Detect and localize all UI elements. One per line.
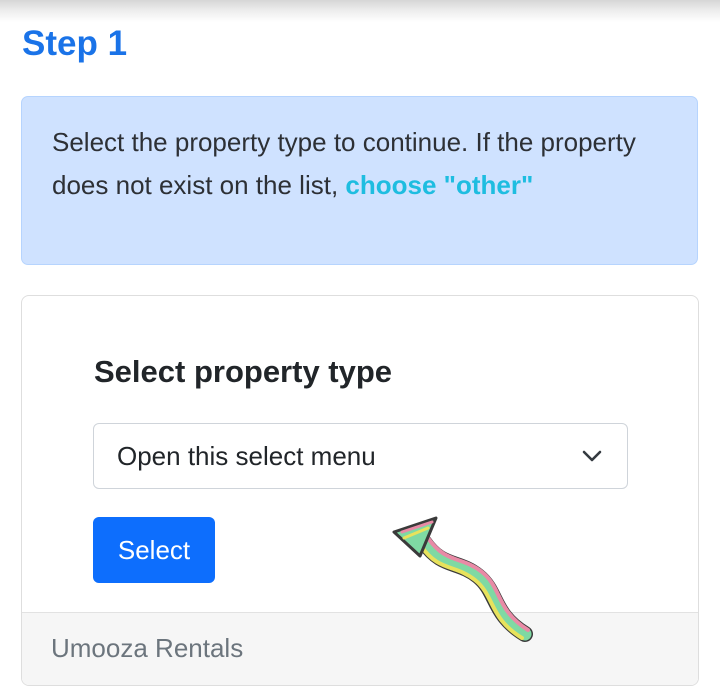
card-title: Select property type bbox=[94, 354, 393, 389]
property-type-card: Select property type Open this select me… bbox=[21, 295, 699, 686]
chevron-down-icon bbox=[582, 450, 602, 462]
select-button[interactable]: Select bbox=[93, 517, 215, 583]
top-shadow bbox=[0, 0, 720, 22]
choose-other-link[interactable]: choose "other" bbox=[345, 170, 533, 200]
property-type-select[interactable]: Open this select menu bbox=[93, 423, 628, 489]
arrow-annotation-icon bbox=[392, 516, 533, 642]
footer-text: Umooza Rentals bbox=[51, 633, 244, 663]
info-text: Select the property type to continue. If… bbox=[52, 127, 636, 200]
step-title: Step 1 bbox=[22, 24, 128, 63]
card-footer: Umooza Rentals bbox=[22, 612, 698, 685]
info-alert: Select the property type to continue. If… bbox=[21, 96, 698, 265]
select-value: Open this select menu bbox=[117, 441, 376, 471]
